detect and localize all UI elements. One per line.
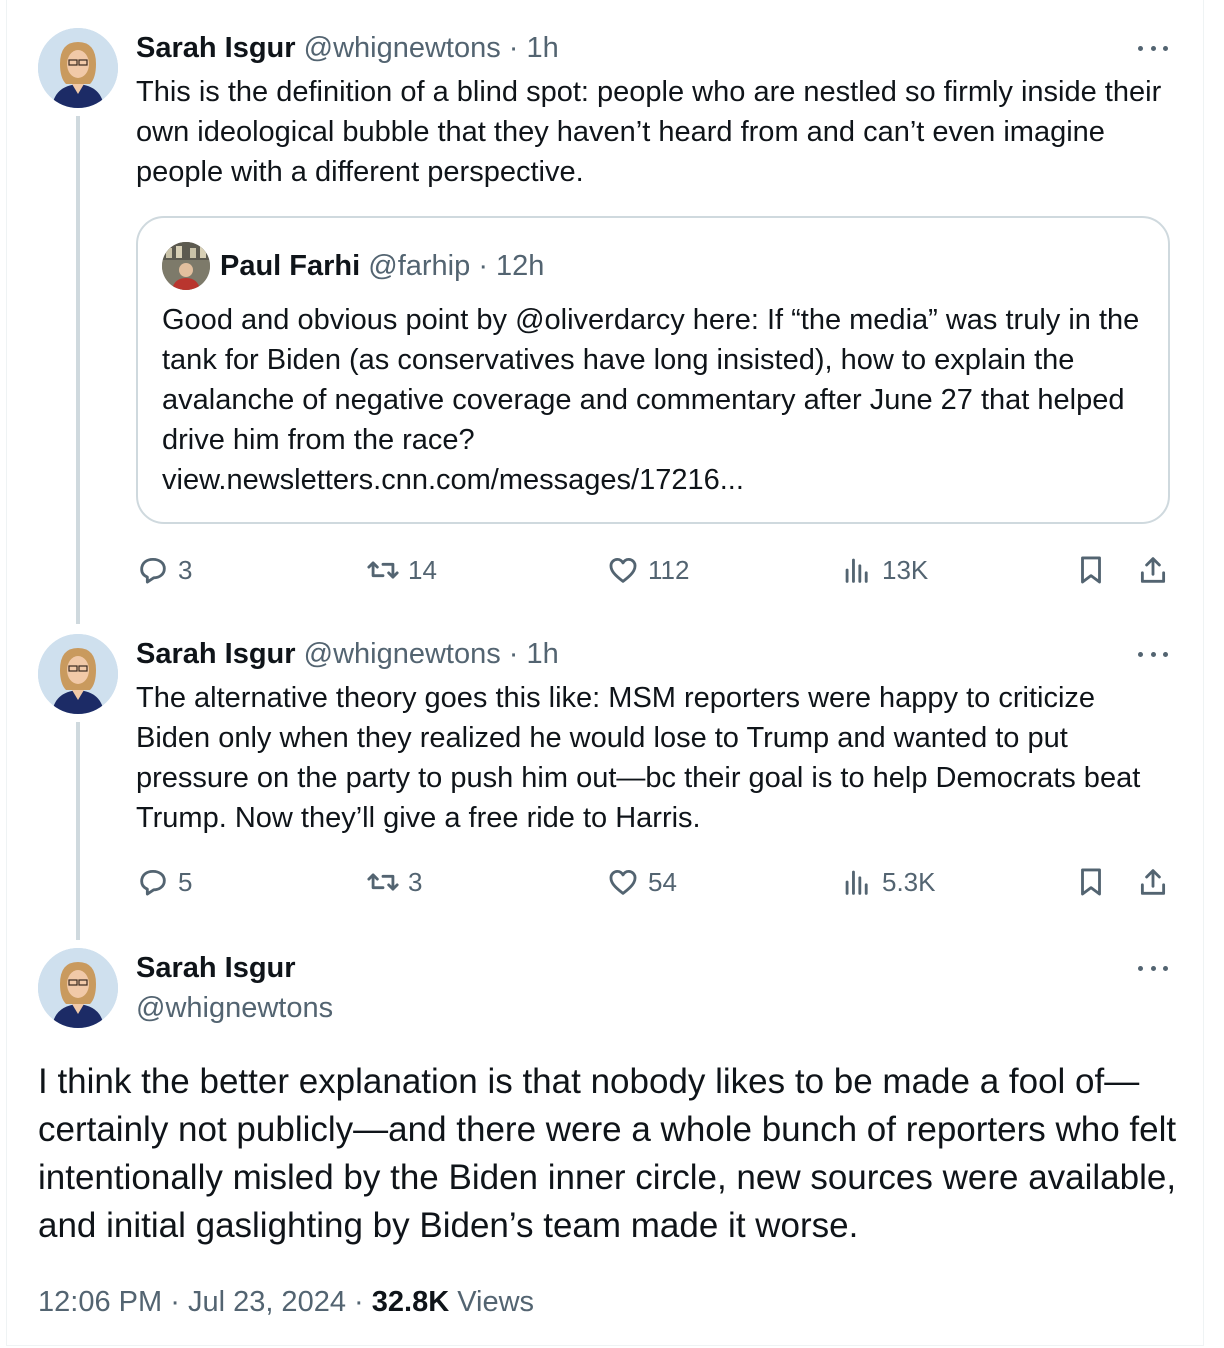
bookmark-icon bbox=[1081, 556, 1101, 584]
repost-count: 3 bbox=[408, 866, 423, 897]
reply-button[interactable]: 3 bbox=[136, 550, 192, 590]
timestamp[interactable]: 1h bbox=[527, 638, 559, 670]
more-icon[interactable] bbox=[1138, 40, 1168, 56]
quoted-author-handle: @farhip bbox=[368, 250, 471, 282]
tweet-text: This is the definition of a blind spot: … bbox=[136, 76, 1162, 188]
main-author-name-row: Sarah Isgur bbox=[136, 950, 296, 986]
post-date[interactable]: Jul 23, 2024 bbox=[188, 1286, 346, 1318]
tweet-text: The alternative theory goes this like: M… bbox=[136, 682, 1141, 834]
avatar[interactable] bbox=[38, 948, 118, 1028]
more-icon[interactable] bbox=[1138, 646, 1168, 662]
separator-dot: · bbox=[170, 1286, 180, 1318]
like-button[interactable]: 112 bbox=[606, 550, 689, 590]
bookmark-icon bbox=[1081, 868, 1101, 896]
views-label: Views bbox=[457, 1286, 535, 1318]
like-icon bbox=[609, 557, 637, 583]
views-button[interactable]: 13K bbox=[840, 550, 928, 590]
reply-count: 5 bbox=[178, 866, 193, 897]
share-icon bbox=[1140, 557, 1166, 583]
like-icon bbox=[609, 869, 637, 895]
author-name[interactable]: Sarah Isgur bbox=[136, 638, 296, 670]
separator-dot: · bbox=[478, 250, 488, 282]
timestamp[interactable]: 1h bbox=[527, 32, 559, 64]
thread-line bbox=[76, 722, 80, 940]
like-count: 112 bbox=[648, 554, 690, 585]
reply-icon bbox=[140, 557, 166, 584]
author-handle[interactable]: @whignewtons bbox=[304, 638, 501, 670]
quoted-link[interactable]: view.newsletters.cnn.com/messages/17216.… bbox=[162, 464, 744, 496]
main-handle-row: @whignewtons bbox=[136, 990, 333, 1026]
thread-line bbox=[76, 116, 80, 624]
author-name[interactable]: Sarah Isgur bbox=[136, 32, 296, 64]
tweet-header: Sarah Isgur @whignewtons · 1h bbox=[136, 30, 559, 66]
views-count: 32.8K bbox=[371, 1286, 450, 1318]
views-icon bbox=[845, 558, 868, 583]
repost-button[interactable]: 3 bbox=[366, 862, 422, 902]
tweet-actions: 5 3 54 5.3K bbox=[136, 862, 1176, 902]
view-count: 5.3K bbox=[882, 866, 936, 897]
repost-count: 14 bbox=[408, 554, 437, 585]
tweet-actions: 3 14 112 13K bbox=[136, 550, 1176, 590]
post-time[interactable]: 12:06 PM bbox=[38, 1286, 162, 1318]
avatar[interactable] bbox=[38, 28, 118, 108]
views-button[interactable]: 5.3K bbox=[840, 862, 936, 902]
like-button[interactable]: 54 bbox=[606, 862, 677, 902]
quoted-body: Good and obvious point by @oliverdarcy h… bbox=[162, 304, 1140, 456]
tweet-header: Sarah Isgur @whignewtons · 1h bbox=[136, 636, 559, 672]
avatar[interactable] bbox=[38, 634, 118, 714]
share-button[interactable] bbox=[1136, 550, 1170, 590]
repost-icon bbox=[367, 561, 399, 579]
quoted-tweet[interactable]: Paul Farhi @farhip · 12h Good and obviou… bbox=[136, 216, 1170, 524]
tweet-meta: 12:06 PM · Jul 23, 2024 · 32.8K Views bbox=[38, 1282, 534, 1322]
separator-dot: · bbox=[508, 638, 519, 670]
reply-count: 3 bbox=[178, 554, 193, 585]
quoted-header: Paul Farhi @farhip · 12h bbox=[220, 248, 544, 284]
quoted-avatar[interactable] bbox=[162, 242, 210, 290]
views-icon bbox=[845, 870, 868, 895]
author-name[interactable]: Sarah Isgur bbox=[136, 952, 296, 984]
quoted-author-name: Paul Farhi bbox=[220, 250, 361, 282]
like-count: 54 bbox=[648, 866, 677, 897]
author-handle[interactable]: @whignewtons bbox=[136, 992, 333, 1024]
reply-icon bbox=[140, 869, 166, 896]
author-handle[interactable]: @whignewtons bbox=[304, 32, 501, 64]
share-button[interactable] bbox=[1136, 862, 1170, 902]
bookmark-button[interactable] bbox=[1074, 550, 1108, 590]
share-icon bbox=[1140, 869, 1166, 895]
separator-dot: · bbox=[354, 1286, 364, 1318]
quoted-timestamp: 12h bbox=[496, 250, 545, 282]
quoted-text: Good and obvious point by @oliverdarcy h… bbox=[162, 300, 1152, 500]
more-icon[interactable] bbox=[1138, 960, 1168, 976]
reply-button[interactable]: 5 bbox=[136, 862, 192, 902]
repost-button[interactable]: 14 bbox=[366, 550, 437, 590]
separator-dot: · bbox=[508, 32, 519, 64]
repost-icon bbox=[367, 873, 399, 891]
view-count: 13K bbox=[882, 554, 929, 585]
bookmark-button[interactable] bbox=[1074, 862, 1108, 902]
main-tweet-text: I think the better explanation is that n… bbox=[38, 1062, 1177, 1245]
